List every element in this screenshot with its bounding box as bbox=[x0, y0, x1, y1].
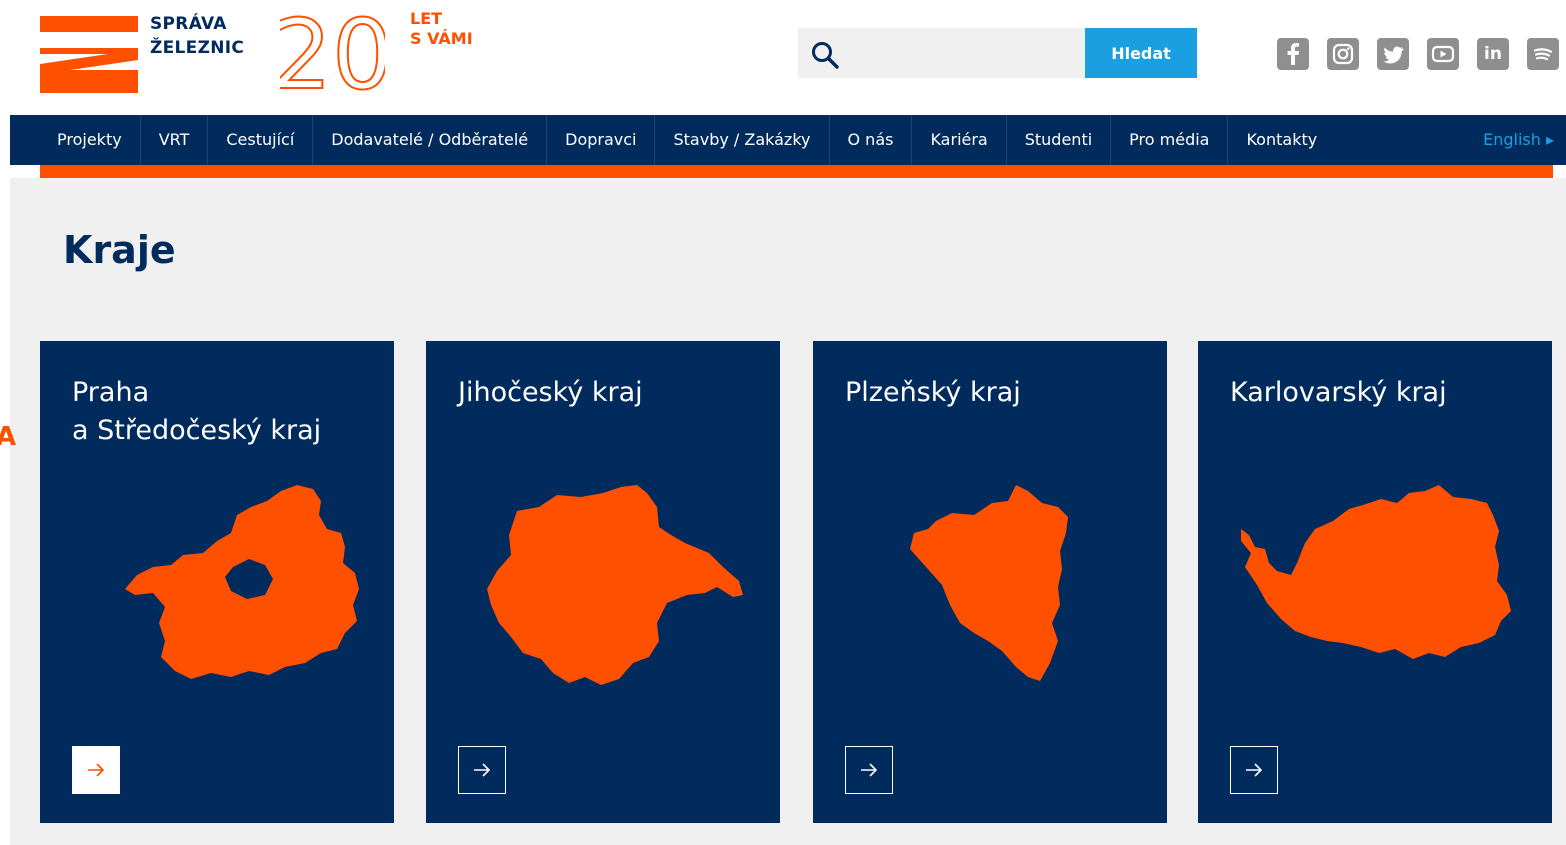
region-card-title-text: Plzeňský kraj bbox=[845, 377, 1021, 408]
region-card-title: Jihočeský kraj bbox=[458, 374, 758, 412]
region-card-arrow-button[interactable] bbox=[1230, 746, 1278, 794]
arrow-right-icon bbox=[88, 763, 105, 777]
youtube-icon[interactable] bbox=[1427, 38, 1459, 70]
brand-name-line2: ŽELEZNIC bbox=[150, 38, 245, 58]
nav-item-o-nas[interactable]: O nás bbox=[830, 115, 913, 165]
arrow-right-icon bbox=[1246, 763, 1263, 777]
region-card-karlovarsky[interactable]: Karlovarský kraj bbox=[1198, 341, 1552, 823]
region-card-title: Karlovarský kraj bbox=[1230, 374, 1530, 412]
region-card-jihocesky[interactable]: Jihočeský kraj bbox=[426, 341, 780, 823]
nav-item-kariera[interactable]: Kariéra bbox=[912, 115, 1007, 165]
nav-item-stavby[interactable]: Stavby / Zakázky bbox=[655, 115, 830, 165]
region-map-icon bbox=[910, 485, 1068, 681]
region-card-title: Plzeňský kraj bbox=[845, 374, 1145, 412]
search-button[interactable]: Hledat bbox=[1085, 28, 1197, 78]
region-card-title: Praha a Středočeský kraj bbox=[72, 374, 372, 450]
nav-item-kontakty[interactable]: Kontakty bbox=[1228, 115, 1335, 165]
brand-logo-icon[interactable] bbox=[40, 16, 138, 93]
anniversary-number: 20 bbox=[280, 10, 385, 94]
search-icon bbox=[812, 42, 839, 69]
site-header: SPRÁVA ŽELEZNIC 20 LET S VÁMI Hledat in bbox=[0, 0, 1566, 115]
anniversary-line1: LET bbox=[410, 9, 443, 28]
social-links: in bbox=[1277, 38, 1559, 70]
anniversary-tagline: LET S VÁMI bbox=[410, 9, 473, 49]
region-card-arrow-button[interactable] bbox=[458, 746, 506, 794]
main-nav: Projekty VRT Cestující Dodavatelé / Odbě… bbox=[10, 115, 1566, 165]
arrow-right-icon bbox=[861, 763, 878, 777]
region-card-plzensky[interactable]: Plzeňský kraj bbox=[813, 341, 1167, 823]
page-title: Kraje bbox=[63, 228, 176, 272]
nav-item-vrt[interactable]: VRT bbox=[141, 115, 209, 165]
region-card-arrow-button[interactable] bbox=[72, 746, 120, 794]
nav-item-pro-media[interactable]: Pro média bbox=[1111, 115, 1229, 165]
linkedin-label: in bbox=[1484, 44, 1502, 64]
spotify-icon[interactable] bbox=[1527, 38, 1559, 70]
region-card-title-text: Praha a Středočeský kraj bbox=[72, 377, 322, 446]
instagram-icon[interactable] bbox=[1327, 38, 1359, 70]
region-card-title-text: Jihočeský kraj bbox=[458, 377, 643, 408]
nav-item-cestujici[interactable]: Cestující bbox=[208, 115, 314, 165]
search-box bbox=[798, 28, 1085, 78]
anniversary-line2: S VÁMI bbox=[410, 29, 473, 48]
region-card-praha-stredocesky[interactable]: Praha a Středočeský kraj bbox=[40, 341, 394, 823]
nav-item-dodavatele[interactable]: Dodavatelé / Odběratelé bbox=[313, 115, 548, 165]
region-map-icon bbox=[487, 485, 743, 685]
nav-item-dopravci[interactable]: Dopravci bbox=[547, 115, 656, 165]
arrow-right-icon bbox=[474, 763, 491, 777]
nav-item-projekty[interactable]: Projekty bbox=[39, 115, 141, 165]
nav-accent-bar bbox=[40, 165, 1553, 178]
region-map-icon bbox=[1241, 485, 1511, 659]
facebook-icon[interactable] bbox=[1277, 38, 1309, 70]
nav-item-studenti[interactable]: Studenti bbox=[1007, 115, 1112, 165]
brand-name-line1: SPRÁVA bbox=[150, 14, 227, 34]
twitter-icon[interactable] bbox=[1377, 38, 1409, 70]
brand-name[interactable]: SPRÁVA ŽELEZNIC bbox=[150, 12, 244, 60]
nav-list: Projekty VRT Cestující Dodavatelé / Odbě… bbox=[39, 115, 1335, 165]
side-mark: A bbox=[0, 422, 17, 452]
search-input[interactable] bbox=[848, 28, 1078, 78]
anniversary-number-text: 20 bbox=[280, 10, 385, 94]
region-card-title-text: Karlovarský kraj bbox=[1230, 377, 1447, 408]
language-switch-english[interactable]: English ▸ bbox=[1483, 115, 1554, 165]
region-map-icon bbox=[125, 485, 359, 679]
linkedin-icon[interactable]: in bbox=[1477, 38, 1509, 70]
region-card-arrow-button[interactable] bbox=[845, 746, 893, 794]
